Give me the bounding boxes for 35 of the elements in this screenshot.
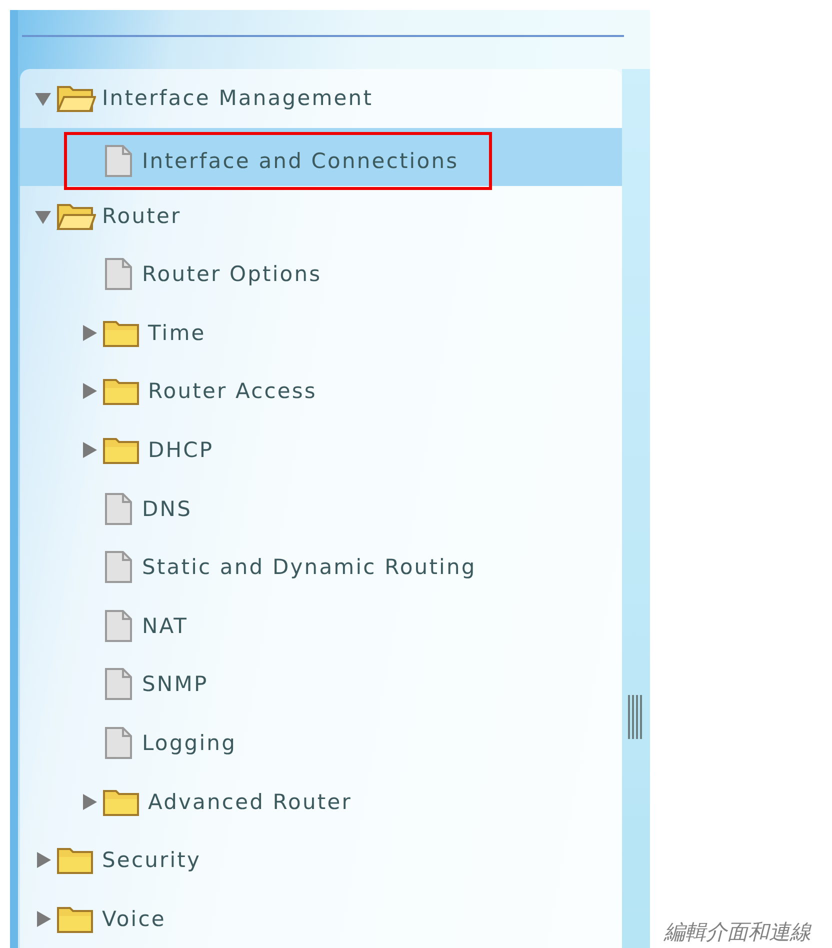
tree-row[interactable]: Security (20, 830, 622, 890)
tree-item-label: SNMP (142, 672, 208, 696)
tree-row[interactable]: Advanced Router (20, 772, 622, 831)
tree-item-label: Router (102, 204, 182, 228)
tree-row[interactable]: Router Access (20, 362, 622, 421)
tree-item-label: Router Access (148, 379, 317, 404)
tree-item-label: Interface and Connections (142, 148, 459, 173)
tree-row[interactable]: Voice (20, 889, 622, 948)
tree-row[interactable]: DHCP (20, 420, 622, 480)
caption: 編輯介面和連線 (664, 919, 811, 946)
folder-icon (56, 845, 96, 876)
tree-row[interactable]: Router Options (20, 244, 622, 304)
tree-row[interactable]: Static and Dynamic Routing (20, 538, 622, 596)
tree-item-label: Static and Dynamic Routing (142, 555, 476, 580)
tree-row[interactable]: Logging (20, 714, 622, 772)
tree-row[interactable]: NAT (20, 596, 622, 656)
tree-item-label: Advanced Router (148, 790, 352, 814)
tree-item-label: DHCP (148, 438, 214, 462)
tree-item-label: Logging (142, 730, 237, 755)
tree-item-label: Time (148, 320, 206, 345)
tree-row[interactable]: Interface Management (20, 69, 622, 128)
tree-item-label: DNS (142, 496, 192, 521)
tree-item-label: Security (102, 848, 202, 872)
folder-icon (102, 376, 142, 406)
tree-row[interactable]: SNMP (20, 655, 622, 714)
tree-row[interactable]: Router (20, 186, 622, 245)
open-folder-icon (56, 83, 96, 114)
scrollbar[interactable] (622, 69, 650, 948)
tree-row[interactable]: Time (20, 303, 622, 362)
tree-item-label: Voice (102, 906, 166, 931)
tree-item-label: Interface Management (102, 86, 374, 110)
tree-item-label: NAT (142, 614, 188, 638)
tree-item-label: Router Options (142, 262, 322, 286)
grip-icon[interactable] (628, 695, 642, 740)
tree-row[interactable]: DNS (20, 479, 622, 538)
